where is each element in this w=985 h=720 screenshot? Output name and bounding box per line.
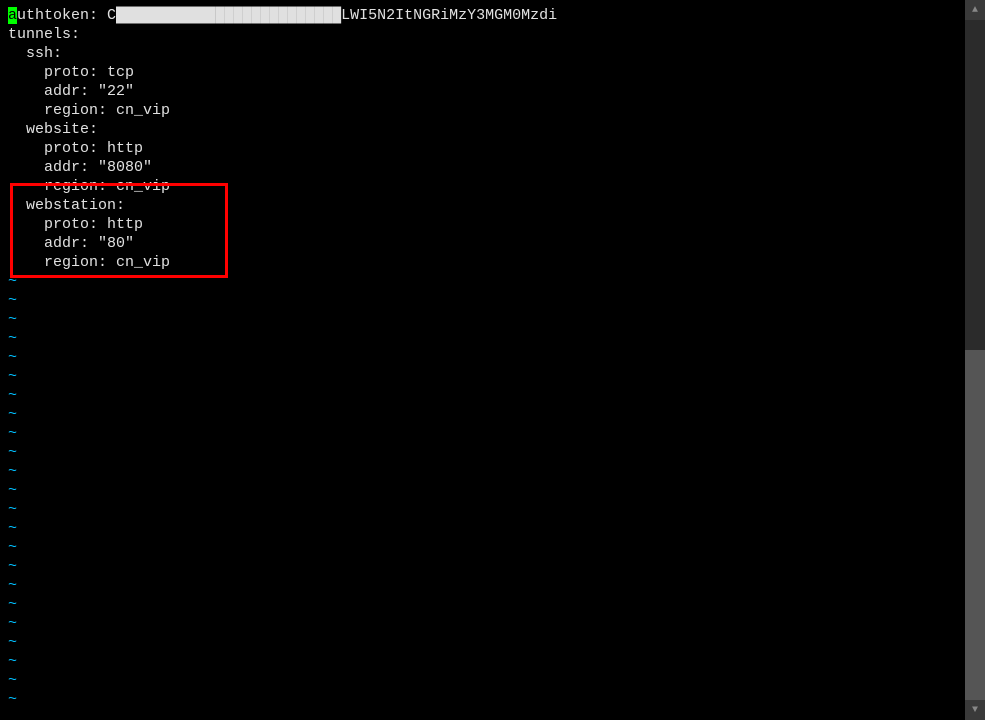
empty-line-tilde: ~ — [8, 614, 957, 633]
empty-line-tilde: ~ — [8, 576, 957, 595]
tunnel-webstation-region: region: cn_vip — [8, 253, 957, 272]
authtoken-value: C█████████████████████████LWI5N2ItNGRiMz… — [107, 7, 557, 24]
empty-line-tilde: ~ — [8, 272, 957, 291]
empty-line-tilde: ~ — [8, 386, 957, 405]
empty-line-tilde: ~ — [8, 443, 957, 462]
scroll-up-button[interactable]: ▲ — [965, 0, 985, 20]
scroll-down-button[interactable]: ▼ — [965, 700, 985, 720]
config-line-tunnels: tunnels: — [8, 25, 957, 44]
tunnel-ssh-addr: addr: "22" — [8, 82, 957, 101]
cursor: a — [8, 7, 17, 24]
empty-line-tilde: ~ — [8, 595, 957, 614]
config-line-authtoken: authtoken: C█████████████████████████LWI… — [8, 6, 957, 25]
terminal-editor[interactable]: authtoken: C█████████████████████████LWI… — [0, 0, 965, 720]
empty-line-tilde: ~ — [8, 310, 957, 329]
empty-line-tilde: ~ — [8, 690, 957, 709]
empty-line-tilde: ~ — [8, 348, 957, 367]
tunnel-webstation-addr: addr: "80" — [8, 234, 957, 253]
tunnel-ssh-proto: proto: tcp — [8, 63, 957, 82]
empty-line-tilde: ~ — [8, 557, 957, 576]
chevron-up-icon: ▲ — [972, 5, 978, 16]
empty-line-tilde: ~ — [8, 462, 957, 481]
empty-line-tilde: ~ — [8, 405, 957, 424]
empty-line-tilde: ~ — [8, 329, 957, 348]
empty-line-tilde: ~ — [8, 538, 957, 557]
empty-line-tilde: ~ — [8, 367, 957, 386]
tunnel-ssh-region: region: cn_vip — [8, 101, 957, 120]
empty-line-tilde: ~ — [8, 519, 957, 538]
scrollbar-thumb[interactable] — [965, 350, 985, 700]
tunnel-website-addr: addr: "8080" — [8, 158, 957, 177]
empty-line-tilde: ~ — [8, 633, 957, 652]
tunnel-webstation-name: webstation: — [8, 196, 957, 215]
empty-line-tilde: ~ — [8, 481, 957, 500]
empty-line-tilde: ~ — [8, 500, 957, 519]
tunnel-ssh-name: ssh: — [8, 44, 957, 63]
tunnel-website-proto: proto: http — [8, 139, 957, 158]
tunnel-website-name: website: — [8, 120, 957, 139]
empty-line-tilde: ~ — [8, 671, 957, 690]
tunnel-website-region: region: cn_vip — [8, 177, 957, 196]
empty-line-tilde: ~ — [8, 291, 957, 310]
empty-line-tilde: ~ — [8, 424, 957, 443]
authtoken-label: uthtoken: — [17, 7, 107, 24]
tunnel-webstation-proto: proto: http — [8, 215, 957, 234]
chevron-down-icon: ▼ — [972, 705, 978, 716]
vertical-scrollbar[interactable]: ▲ ▼ — [965, 0, 985, 720]
empty-line-tilde: ~ — [8, 652, 957, 671]
